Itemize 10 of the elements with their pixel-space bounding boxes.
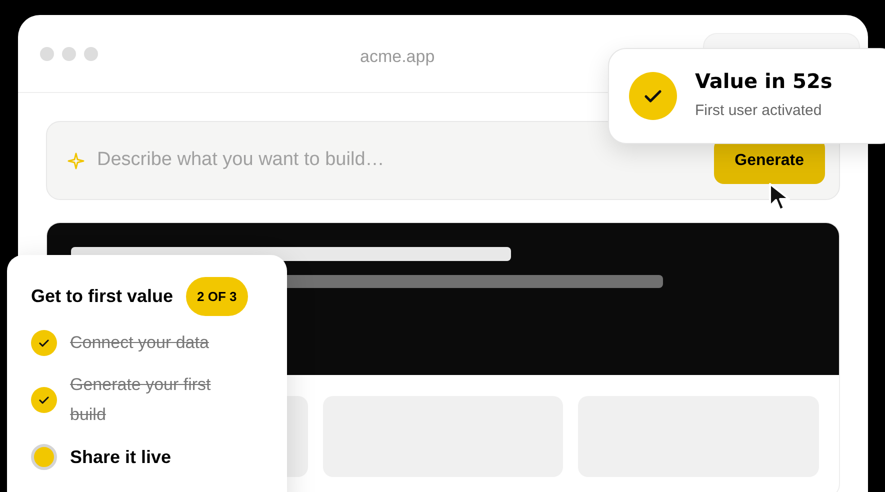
checklist-item: Connect your data <box>70 332 209 354</box>
checklist-title: Get to first value <box>31 285 174 308</box>
toast-subtitle: First user activated <box>695 101 823 122</box>
progress-badge: 2 OF 3 <box>186 277 248 316</box>
address-text: acme.app <box>360 46 435 68</box>
checklist-item: Generate your first build <box>70 374 212 426</box>
sparkle-icon <box>67 152 85 170</box>
toast-title: Value in 52s <box>695 69 832 94</box>
prompt-field[interactable]: Describe what you want to build… Generate <box>46 121 840 200</box>
checklist-item: Share it live <box>70 446 172 469</box>
